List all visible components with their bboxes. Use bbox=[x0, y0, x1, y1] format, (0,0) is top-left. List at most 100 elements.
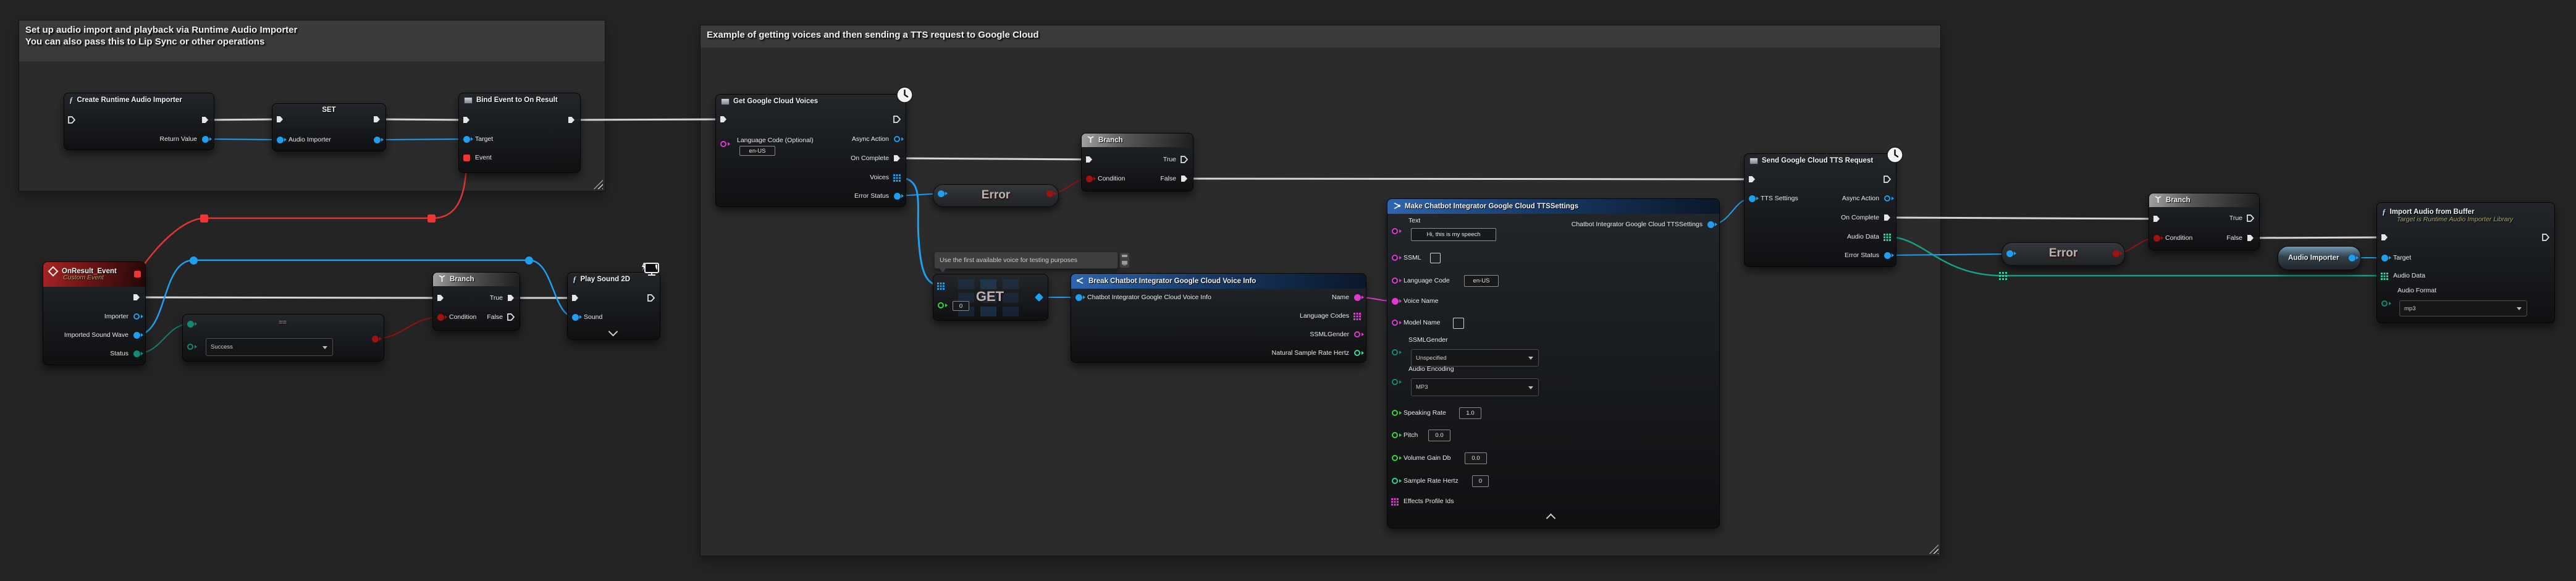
node-comment-bubble[interactable]: Use the first available voice for testin… bbox=[934, 252, 1118, 269]
branch-2-true-pin[interactable] bbox=[1180, 155, 1189, 167]
import-audio-from-buffer-in-exec-pin[interactable] bbox=[2380, 233, 2389, 245]
array-get-in-exec-pin[interactable] bbox=[937, 282, 945, 293]
make-tts-settings-audio-encoding-pin-dropdown[interactable]: MP3 bbox=[1411, 378, 1539, 396]
branch-3-condition-pin[interactable] bbox=[2153, 235, 2160, 242]
audio-importer-var-out-exec-pin[interactable] bbox=[2349, 255, 2355, 261]
wire-exec-bind-getvoices[interactable] bbox=[571, 119, 723, 120]
equal-enum-in-exec-pin-dropdown[interactable]: Success bbox=[206, 338, 333, 356]
set-audio-importer-out-exec-pin[interactable] bbox=[373, 115, 381, 127]
make-tts-settings-ssml-pin[interactable] bbox=[1392, 255, 1398, 261]
onresult-event-status-pin[interactable] bbox=[133, 350, 140, 357]
make-tts-settings-sample-rate-hertz-pin[interactable] bbox=[1392, 478, 1398, 484]
branch-2-in-exec-pin[interactable] bbox=[1085, 155, 1093, 167]
get-google-cloud-voices-in-exec-pin[interactable] bbox=[719, 115, 728, 127]
branch-2-false-pin[interactable] bbox=[1180, 174, 1189, 186]
break-voice-info-chatbot-integrator-google-cloud-voice-info-pin[interactable] bbox=[1075, 294, 1082, 301]
make-tts-settings-audio-encoding-pin[interactable] bbox=[1392, 379, 1398, 385]
import-audio-from-buffer-audio-data-pin[interactable] bbox=[2381, 272, 2388, 283]
import-audio-from-buffer-out-exec-pin[interactable] bbox=[2541, 233, 2550, 245]
equal-enum-in-exec-pin[interactable] bbox=[187, 344, 193, 350]
send-google-cloud-tts-request-tts-settings-pin[interactable] bbox=[1749, 195, 1756, 202]
send-google-cloud-tts-request-on-complete-pin[interactable] bbox=[1883, 213, 1892, 225]
make-tts-settings-pitch-pin[interactable] bbox=[1392, 432, 1398, 438]
error-macro-1-out-exec-pin[interactable] bbox=[1046, 190, 1053, 197]
reroute-node-3[interactable] bbox=[525, 257, 533, 265]
onresult-event-out-exec-pin[interactable] bbox=[134, 271, 141, 278]
branch-1-in-exec-pin[interactable] bbox=[436, 294, 445, 305]
wire-delegate-event-onresult[interactable] bbox=[138, 159, 466, 273]
bind-event-to-on-result-header[interactable]: Bind Event to On Result bbox=[459, 93, 580, 107]
wire-exec-onresult-branch1[interactable] bbox=[137, 297, 440, 298]
play-sound-2d-in-exec-pin[interactable] bbox=[571, 294, 579, 305]
bind-event-to-on-result-event-pin[interactable] bbox=[463, 155, 470, 161]
branch-3-true-pin[interactable] bbox=[2246, 214, 2255, 226]
get-google-cloud-voices-error-status-pin[interactable] bbox=[894, 193, 901, 200]
set-audio-importer-out-exec-pin[interactable] bbox=[374, 137, 381, 143]
break-voice-info-name-pin[interactable] bbox=[1354, 294, 1361, 301]
make-tts-settings-model-name-pin[interactable] bbox=[1392, 320, 1398, 326]
error-macro-1-in-exec-pin[interactable] bbox=[938, 190, 945, 197]
import-audio-from-buffer-header[interactable]: ƒImport Audio from BufferTarget is Runti… bbox=[2377, 203, 2554, 227]
branch-1-condition-pin[interactable] bbox=[437, 314, 444, 321]
set-audio-importer-in-exec-pin[interactable] bbox=[276, 115, 284, 127]
blueprint-graph-canvas[interactable]: Set up audio import and playback via Run… bbox=[0, 0, 2576, 581]
send-google-cloud-tts-request-error-status-pin[interactable] bbox=[1884, 252, 1891, 259]
create-runtime-audio-importer-header[interactable]: ƒCreate Runtime Audio Importer bbox=[64, 93, 214, 107]
get-google-cloud-voices-out-exec-pin[interactable] bbox=[893, 115, 901, 127]
error-macro-2-in-exec-pin[interactable] bbox=[2006, 250, 2013, 257]
wire-exec-oncomplete-branch2[interactable] bbox=[897, 158, 1089, 159]
branch-3-header[interactable]: Branch bbox=[2149, 193, 2259, 207]
equal-enum-out-exec-pin[interactable] bbox=[372, 336, 379, 342]
array-get-in-exec-pin-value-field[interactable]: 0 bbox=[953, 301, 969, 311]
wire-bool-equal-branch1[interactable] bbox=[375, 317, 440, 339]
import-audio-from-buffer-audio-format-pin[interactable] bbox=[2381, 300, 2388, 307]
reroute-node-0[interactable] bbox=[200, 214, 208, 223]
make-tts-settings-text-pin-value-field[interactable]: Hi, this is my speech bbox=[1411, 228, 1496, 241]
make-tts-settings-voice-name-pin[interactable] bbox=[1392, 298, 1399, 305]
break-voice-info-ssmlgender-pin[interactable] bbox=[1354, 331, 1360, 337]
get-google-cloud-voices-on-complete-pin[interactable] bbox=[893, 154, 901, 166]
make-tts-settings-ssmlgender-pin[interactable] bbox=[1392, 349, 1398, 355]
wire-obj-returnvalue-audioimporter[interactable] bbox=[205, 139, 280, 140]
make-tts-settings-speaking-rate-pin-value-field[interactable]: 1.0 bbox=[1459, 407, 1481, 419]
wire-exec-sendoncomplete-branch3[interactable] bbox=[1887, 218, 2157, 219]
error-macro-2-out-exec-pin[interactable] bbox=[2113, 250, 2119, 257]
array-get-in-exec-pin[interactable] bbox=[938, 302, 944, 308]
wire-obj-senderror-error2[interactable] bbox=[1887, 254, 2010, 255]
play-sound-2d-sound-pin[interactable] bbox=[572, 314, 579, 321]
import-audio-from-buffer-audio-format-pin-dropdown[interactable]: mp3 bbox=[2399, 300, 2527, 316]
bind-event-to-on-result-target-pin[interactable] bbox=[463, 136, 470, 143]
make-tts-settings-header[interactable]: Make Chatbot Integrator Google Cloud TTS… bbox=[1387, 199, 1719, 214]
make-tts-settings-chatbot-integrator-google-cloud-ttssettings-pin[interactable] bbox=[1707, 221, 1714, 228]
reroute-node-1[interactable] bbox=[427, 214, 436, 223]
error-macro-2[interactable]: Error bbox=[2001, 242, 2125, 266]
error-macro-1[interactable]: Error bbox=[933, 184, 1059, 207]
create-runtime-audio-importer-in-exec-pin[interactable] bbox=[67, 116, 76, 127]
get-google-cloud-voices-header[interactable]: Get Google Cloud Voices bbox=[716, 95, 906, 108]
wire-exec-branch3false-import[interactable] bbox=[2250, 237, 2384, 238]
make-tts-settings-language-code-pin-value-field[interactable]: en-US bbox=[1464, 275, 1499, 287]
send-google-cloud-tts-request-async-action-pin[interactable] bbox=[1884, 195, 1890, 201]
make-tts-settings-model-name-pin-checkbox[interactable] bbox=[1453, 318, 1464, 329]
create-runtime-audio-importer-out-exec-pin[interactable] bbox=[201, 116, 209, 127]
branch-1-false-pin[interactable] bbox=[507, 313, 515, 324]
send-google-cloud-tts-request-in-exec-pin[interactable] bbox=[1748, 175, 1756, 187]
get-google-cloud-voices-voices-pin[interactable] bbox=[893, 174, 901, 185]
make-tts-settings-sample-rate-hertz-pin-value-field[interactable]: 0 bbox=[1472, 475, 1489, 487]
branch-3-in-exec-pin[interactable] bbox=[2152, 214, 2161, 226]
bind-event-to-on-result-in-exec-pin[interactable] bbox=[462, 116, 471, 127]
make-tts-settings-volume-gain-db-pin[interactable] bbox=[1392, 455, 1398, 461]
set-audio-importer[interactable]: SET bbox=[272, 103, 386, 151]
onresult-event-importer-pin[interactable] bbox=[133, 313, 140, 320]
node-comment-bubble-pin-icon[interactable] bbox=[1119, 252, 1130, 268]
onresult-event-header[interactable]: OnResult_EventCustom Event bbox=[43, 262, 145, 287]
break-voice-info-natural-sample-rate-hertz-pin[interactable] bbox=[1354, 350, 1360, 356]
branch-3-false-pin[interactable] bbox=[2246, 234, 2255, 245]
send-google-cloud-tts-request-audio-data-pin[interactable] bbox=[1884, 233, 1891, 244]
equal-enum-in-exec-pin[interactable] bbox=[187, 321, 194, 328]
onresult-event-imported-sound-wave-pin[interactable] bbox=[133, 332, 140, 339]
send-google-cloud-tts-request-header[interactable]: Send Google Cloud TTS Request bbox=[1745, 154, 1896, 168]
branch-2-condition-pin[interactable] bbox=[1086, 176, 1093, 182]
onresult-event[interactable]: OnResult_EventCustom Event bbox=[43, 261, 146, 365]
reroute-node-2[interactable] bbox=[190, 257, 198, 265]
